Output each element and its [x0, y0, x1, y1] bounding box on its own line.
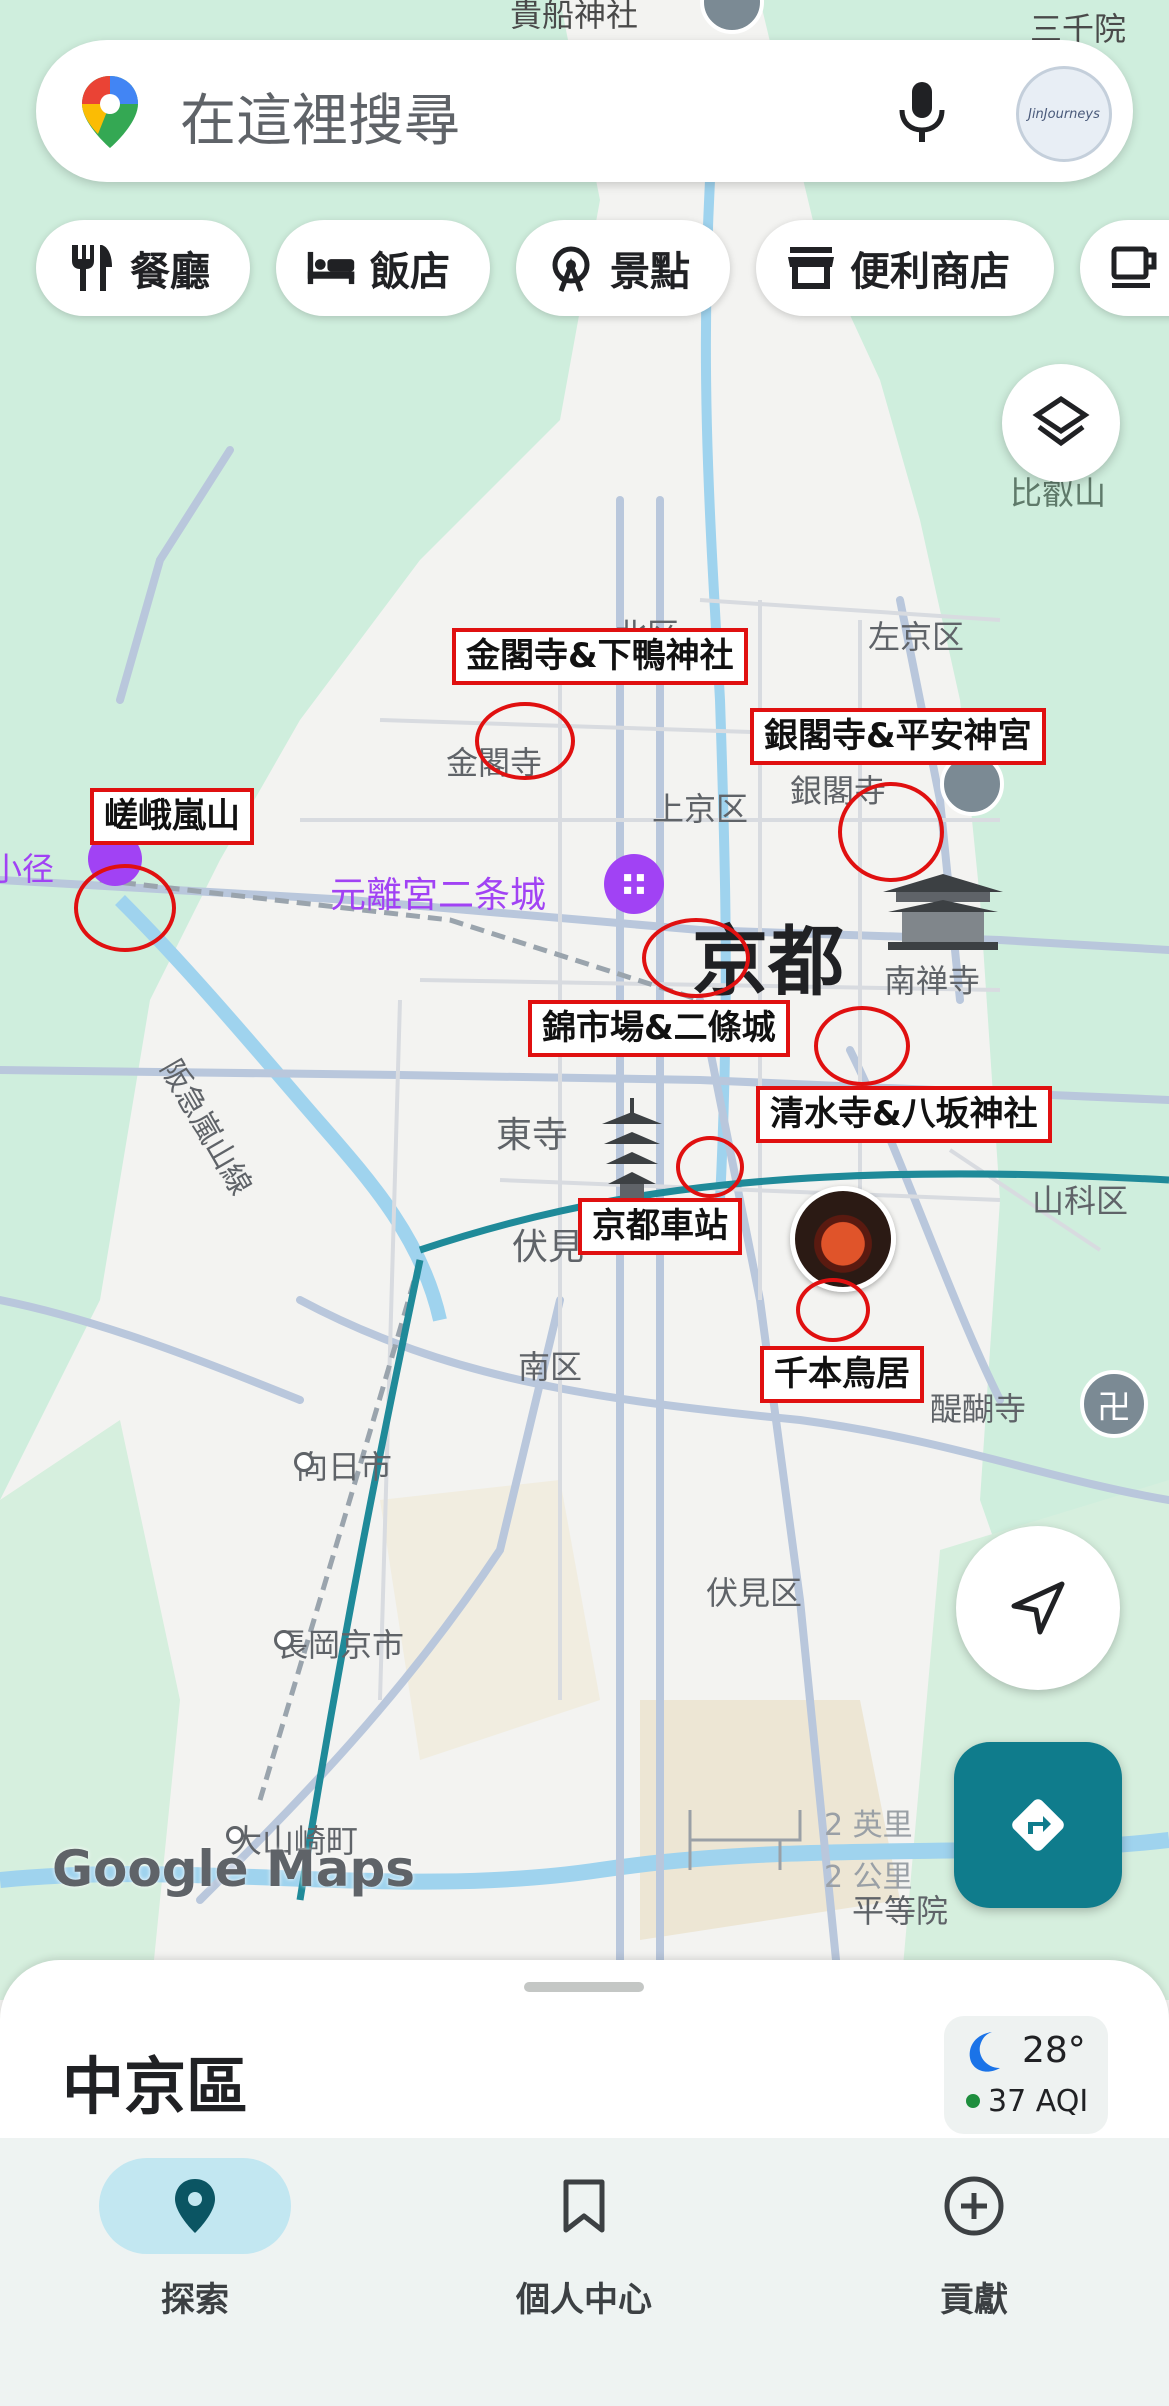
- map-label-nijo-castle[interactable]: 元離宮二条城: [330, 866, 546, 918]
- layers-icon: [1032, 395, 1090, 447]
- chip-hotels[interactable]: 飯店: [276, 220, 490, 316]
- layers-button[interactable]: [1002, 364, 1120, 482]
- nav-active-pill: [99, 2158, 291, 2254]
- aqi-dot: [966, 2094, 980, 2108]
- map-label-daigoji[interactable]: 醍醐寺: [930, 1384, 1026, 1430]
- nav-label: 貢獻: [940, 2280, 1008, 2320]
- annotation-fushimi-inari: 千本鳥居: [760, 1346, 924, 1404]
- city-dot-oyamazaki: [226, 1826, 244, 1844]
- poi-marker-nijo-castle[interactable]: [604, 854, 664, 914]
- photo-marker-fushimi-inari[interactable]: [790, 1186, 896, 1292]
- map-label-nanzenji[interactable]: 南禅寺: [884, 956, 980, 1002]
- annotation-circle-fushimi-inari: [796, 1278, 870, 1342]
- annotation-circle-kinkakuji: [475, 702, 575, 780]
- google-maps-pin-icon: [80, 74, 140, 150]
- nav-contribute[interactable]: 貢獻: [824, 2158, 1124, 2321]
- chip-attractions[interactable]: 景點: [516, 220, 730, 316]
- nav-label: 個人中心: [516, 2280, 652, 2320]
- nav-label: 探索: [161, 2280, 229, 2320]
- annotation-circle-ginkakuji: [838, 782, 944, 882]
- chip-label: 便利商店: [850, 249, 1010, 295]
- plus-circle-icon: [944, 2176, 1004, 2236]
- weather-aqi: 37 AQI: [988, 2084, 1089, 2119]
- sheet-drag-handle[interactable]: [524, 1982, 644, 1992]
- map-label-fushimi-ku: 伏見区: [706, 1574, 803, 1612]
- chip-convenience-stores[interactable]: 便利商店: [756, 220, 1054, 316]
- annotation-circle-arashiyama: [74, 864, 176, 952]
- poi-marker-daigoji[interactable]: 卍: [1080, 1370, 1148, 1438]
- directions-icon: [1012, 1799, 1064, 1851]
- bed-icon: [306, 243, 356, 293]
- nav-icon-wrap: [488, 2158, 680, 2254]
- moon-icon: [962, 2028, 1006, 2076]
- chip-label: 餐廳: [130, 249, 210, 295]
- store-icon: [786, 243, 836, 293]
- annotation-kiyomizu-yasaka: 清水寺&八坂神社: [756, 1086, 1052, 1144]
- scale-miles: 2 英里: [824, 1808, 913, 1843]
- ferris-wheel-icon: [546, 243, 596, 293]
- microphone-icon[interactable]: [892, 80, 952, 146]
- map-label-fushimi: 伏見: [512, 1227, 585, 1268]
- pin-icon: [175, 2179, 215, 2233]
- avatar[interactable]: JinJourneys: [1016, 66, 1112, 162]
- google-maps-logo: Google Maps: [52, 1840, 416, 1898]
- nav-explore[interactable]: 探索: [45, 2158, 345, 2321]
- annotation-circle-nishiki: [642, 918, 750, 998]
- search-bar[interactable]: 在這裡搜尋 JinJourneys: [36, 40, 1133, 182]
- map-label-komichi[interactable]: 小径: [0, 844, 54, 890]
- bookmark-icon: [563, 2179, 605, 2233]
- bottom-sheet[interactable]: 中京區 28° 37 AQI: [0, 1960, 1169, 2140]
- utensils-icon: [66, 243, 116, 293]
- city-dot-nagaokakyo: [274, 1630, 294, 1650]
- weather-widget[interactable]: 28° 37 AQI: [944, 2016, 1108, 2134]
- map-label-kamigyo-ku: 上京区: [652, 790, 749, 828]
- nav-icon-wrap: [878, 2158, 1070, 2254]
- cup-icon: [1110, 243, 1160, 293]
- my-location-button[interactable]: [956, 1526, 1120, 1690]
- annotation-kyoto-station: 京都車站: [578, 1198, 742, 1256]
- annotation-kinkakuji-shimogamo: 金閣寺&下鴨神社: [452, 628, 748, 686]
- map-label-sakyo-ku: 左京区: [868, 618, 965, 656]
- city-dot-muko: [294, 1452, 314, 1472]
- map-label-nagaokakyo: 長岡京市: [276, 1626, 405, 1664]
- annotation-nishiki-nijo: 錦市場&二條城: [528, 1000, 790, 1058]
- pagoda-icon-toji[interactable]: [592, 1098, 672, 1198]
- chip-label: 飯店: [370, 249, 450, 295]
- map-label-minami-ku: 南区: [518, 1348, 583, 1386]
- area-title: 中京區: [62, 2050, 249, 2123]
- chip-label: 景點: [610, 249, 690, 295]
- annotation-circle-kiyomizu: [814, 1006, 910, 1086]
- map-label-toji[interactable]: 東寺: [496, 1106, 568, 1158]
- annotation-circle-kyoto-station: [676, 1136, 744, 1198]
- navigation-arrow-icon: [1011, 1581, 1065, 1635]
- map-label-yamashina-ku: 山科区: [1032, 1182, 1129, 1220]
- directions-button[interactable]: [954, 1742, 1122, 1908]
- chip-restaurants[interactable]: 餐廳: [36, 220, 250, 316]
- nav-profile[interactable]: 個人中心: [434, 2158, 734, 2321]
- bottom-navigation[interactable]: 探索 個人中心 貢獻: [0, 2138, 1169, 2406]
- annotation-saga-arashiyama: 嵯峨嵐山: [90, 788, 254, 846]
- weather-temp: 28°: [1022, 2030, 1086, 2071]
- chip-cafes[interactable]: [1080, 220, 1169, 316]
- search-input[interactable]: 在這裡搜尋: [180, 76, 460, 157]
- scale-km: 2 公里: [824, 1860, 913, 1895]
- map-label-kibune[interactable]: 貴船神社: [510, 0, 638, 36]
- annotation-ginkakuji-heian: 銀閣寺&平安神宮: [750, 708, 1046, 766]
- temple-icon-nanzenji[interactable]: [878, 872, 1008, 952]
